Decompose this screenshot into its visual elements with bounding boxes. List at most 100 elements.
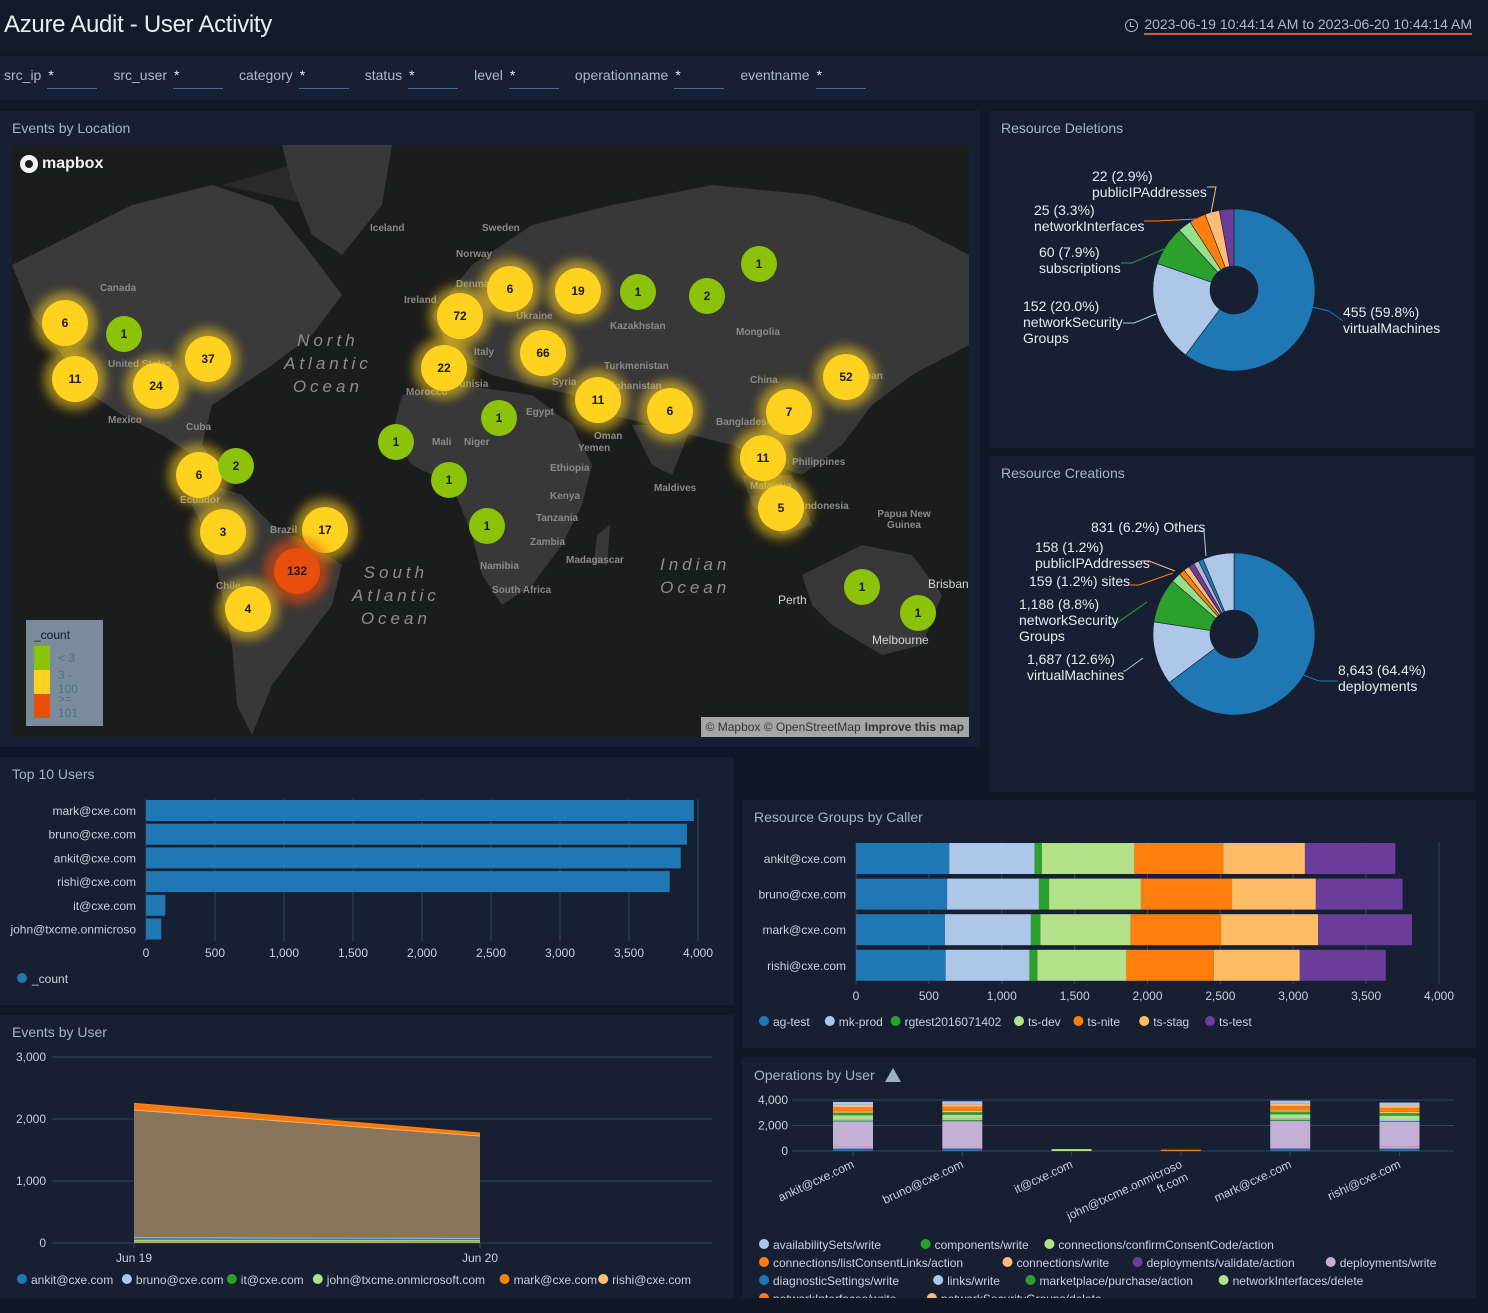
legend-dot bbox=[1073, 1016, 1084, 1026]
filter-label: eventname bbox=[740, 67, 810, 83]
filter-label: status bbox=[364, 67, 403, 83]
legend-dot bbox=[1139, 1016, 1150, 1026]
map-cluster-marker[interactable]: 3 bbox=[200, 509, 246, 555]
map-cluster-marker[interactable]: 5 bbox=[758, 485, 804, 531]
bar-segment bbox=[942, 1148, 983, 1151]
country-label: Kenya bbox=[550, 491, 581, 502]
map-cluster-marker[interactable]: 1 bbox=[620, 274, 656, 310]
events-by-user-chart: 0 1,000 2,000 3,000 Jun 19 Jun 20 ankit@cxe.co… bbox=[16, 1050, 712, 1287]
map-cluster-marker[interactable]: 1 bbox=[481, 400, 517, 436]
map-cluster-marker[interactable]: 1 bbox=[844, 569, 880, 605]
legend-dot bbox=[1325, 1257, 1336, 1267]
y-tick-label: 2,000 bbox=[758, 1119, 788, 1133]
map-cluster-marker[interactable]: 11 bbox=[575, 377, 621, 423]
country-label: Maldives bbox=[654, 483, 697, 494]
bar-segment bbox=[1379, 1120, 1420, 1122]
filter-input[interactable]: * bbox=[173, 67, 224, 89]
pie-label-line: virtualMachines bbox=[1343, 320, 1440, 336]
x-tick-label: it@cxe.com bbox=[1012, 1157, 1075, 1196]
dashboard-header: Azure Audit - User Activity 2023-06-19 1… bbox=[0, 0, 1488, 54]
y-tick-label: 2,000 bbox=[16, 1112, 46, 1126]
top-10-users-panel: Top 10 Users 0 500 1,000 1,500 2,000 2,500 3,0… bbox=[0, 757, 734, 1005]
bar-segment bbox=[1049, 878, 1141, 910]
map-cluster-marker[interactable]: 2 bbox=[218, 448, 254, 484]
map-cluster-marker[interactable]: 19 bbox=[555, 268, 601, 314]
legend-dot bbox=[598, 1274, 609, 1284]
map-cluster-marker[interactable]: 24 bbox=[133, 363, 179, 409]
filter-input[interactable]: * bbox=[674, 67, 725, 89]
bar bbox=[146, 871, 670, 893]
bar-segment bbox=[1379, 1148, 1420, 1151]
bar bbox=[146, 847, 681, 869]
bar-segment bbox=[1134, 843, 1224, 874]
map-cluster-marker[interactable]: 17 bbox=[302, 507, 348, 553]
map-cluster-marker[interactable]: 1 bbox=[741, 246, 777, 282]
map-attribution: © Mapbox © OpenStreetMap Improve this map bbox=[700, 717, 969, 737]
map-cluster-marker[interactable]: 1 bbox=[106, 316, 142, 352]
map-cluster-marker[interactable]: 6 bbox=[42, 300, 88, 346]
map-cluster-marker[interactable]: 1 bbox=[900, 595, 936, 631]
map-cluster-marker[interactable]: 2 bbox=[689, 278, 725, 314]
map-cluster-marker[interactable]: 11 bbox=[52, 356, 98, 402]
country-label: Yemen bbox=[578, 443, 611, 454]
filter-level: level * bbox=[474, 67, 559, 89]
x-tick-label: 500 bbox=[205, 946, 225, 960]
country-label: Brazil bbox=[270, 525, 298, 536]
bar-segment bbox=[833, 1120, 873, 1122]
map-legend: _count < 3 3 - 100 >= 101 bbox=[26, 620, 103, 726]
time-range-picker[interactable]: 2023-06-19 10:44:14 AM to 2023-06-20 10:… bbox=[1125, 16, 1472, 35]
x-tick-label: 2,000 bbox=[1132, 989, 1162, 1003]
filter-input[interactable]: * bbox=[408, 67, 459, 89]
legend-dot bbox=[1132, 1257, 1143, 1267]
country-label: Indonesia bbox=[802, 501, 849, 512]
x-tick-label: 4,000 bbox=[1424, 989, 1454, 1003]
bar-segment bbox=[833, 1111, 873, 1113]
bar-segment bbox=[833, 1115, 873, 1120]
country-label: Canada bbox=[100, 283, 137, 294]
map-cluster-marker[interactable]: 1 bbox=[469, 508, 505, 544]
legend-dot bbox=[1025, 1275, 1036, 1285]
map-cluster-marker[interactable]: 7 bbox=[766, 389, 812, 435]
map-cluster-marker[interactable]: 66 bbox=[520, 330, 566, 376]
country-label: Iceland bbox=[370, 223, 405, 234]
filter-input[interactable]: * bbox=[815, 67, 866, 89]
legend-dot bbox=[759, 1293, 769, 1298]
bar-segment bbox=[1379, 1105, 1420, 1108]
map-cluster-marker[interactable]: 52 bbox=[823, 354, 869, 400]
legend-dot bbox=[499, 1274, 510, 1284]
map-cluster-marker[interactable]: 6 bbox=[647, 388, 693, 434]
x-tick-label: 500 bbox=[919, 989, 939, 1003]
bar-segment bbox=[1213, 949, 1300, 981]
map-cluster-marker[interactable]: 4 bbox=[225, 586, 271, 632]
map-cluster-marker[interactable]: 1 bbox=[431, 462, 467, 498]
filter-status: status * bbox=[364, 67, 459, 89]
filter-category: category * bbox=[239, 67, 349, 89]
bar-segment bbox=[1223, 843, 1305, 874]
legend-label: networkInterfaces/delete bbox=[1233, 1274, 1364, 1288]
attribution-text[interactable]: © Mapbox © OpenStreetMap bbox=[706, 720, 861, 734]
x-tick-label: Jun 20 bbox=[462, 1251, 498, 1265]
pie-label: 1,188 (8.8%) networkSecurity Groups bbox=[1019, 596, 1119, 644]
map-cluster-marker[interactable]: 37 bbox=[185, 336, 231, 382]
bar-segment bbox=[833, 1119, 873, 1121]
filter-input[interactable]: * bbox=[508, 67, 559, 89]
time-range-text[interactable]: 2023-06-19 10:44:14 AM to 2023-06-20 10:… bbox=[1144, 16, 1472, 35]
map-cluster-marker[interactable]: 72 bbox=[437, 293, 483, 339]
world-map[interactable]: mapbox Canada United States Mexico Cuba Ecua… bbox=[12, 145, 969, 737]
resource-deletions-panel: Resource Deletions 455 (59.8%) virtualMac… bbox=[989, 111, 1475, 448]
map-cluster-marker[interactable]: 132 bbox=[274, 548, 320, 594]
bar-segment bbox=[1270, 1119, 1311, 1121]
map-cluster-marker[interactable]: 11 bbox=[740, 435, 786, 481]
bar-segment bbox=[833, 1148, 873, 1151]
x-tick-label: mark@cxe.com bbox=[1212, 1157, 1294, 1205]
bar-segment bbox=[942, 1110, 983, 1113]
map-cluster-marker[interactable]: 22 bbox=[421, 345, 467, 391]
pie-label-line: networkInterfaces bbox=[1034, 218, 1145, 234]
map-cluster-marker[interactable]: 6 bbox=[176, 452, 222, 498]
map-cluster-marker[interactable]: 6 bbox=[487, 266, 533, 312]
filter-input[interactable]: * bbox=[298, 67, 349, 89]
mapbox-logo[interactable]: mapbox bbox=[20, 155, 103, 173]
map-cluster-marker[interactable]: 1 bbox=[378, 424, 414, 460]
improve-map-link[interactable]: Improve this map bbox=[865, 720, 964, 734]
filter-input[interactable]: * bbox=[47, 67, 98, 89]
